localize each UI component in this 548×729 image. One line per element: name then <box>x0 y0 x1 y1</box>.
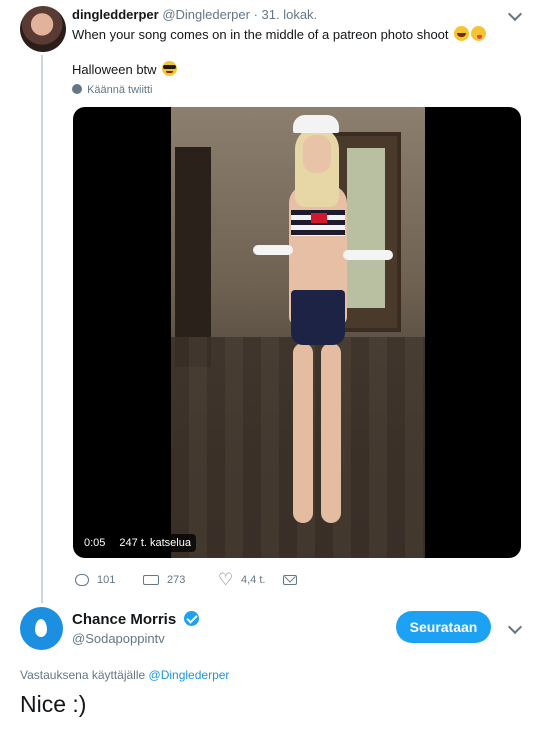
person-arm-right <box>343 250 393 260</box>
person-face <box>303 135 331 173</box>
user-handle[interactable]: @Sodapoppintv <box>72 631 165 646</box>
thread-line <box>41 55 43 603</box>
reply-count: 101 <box>97 574 116 586</box>
display-name-text: Chance Morris <box>72 611 177 628</box>
retweet-count: 273 <box>167 574 186 586</box>
translate-tweet-link[interactable]: Käännä twiitti <box>72 84 153 96</box>
scene-shelf <box>175 147 211 367</box>
reply-button[interactable]: 101 <box>75 574 123 586</box>
avatar[interactable] <box>20 607 63 650</box>
tweet-text: Nice :) <box>20 691 87 717</box>
chevron-down-icon[interactable] <box>507 6 523 22</box>
zany-face-emoji-icon <box>471 26 487 41</box>
video-badges: 0:05 247 t. katselua <box>79 534 196 552</box>
person-hat <box>293 115 339 133</box>
display-name[interactable]: dingledderper <box>72 7 159 22</box>
tweet-original: dingledderper @Dinglederper · 31. lokak.… <box>0 0 548 603</box>
person-leg-left <box>293 343 313 523</box>
person-arm-left <box>253 245 293 255</box>
avatar[interactable] <box>20 6 66 52</box>
reply-context: Vastauksena käyttäjälle @Dinglederper <box>20 668 229 682</box>
like-button[interactable]: 4,4 t. <box>218 570 275 590</box>
video-views: 247 t. katselua <box>114 534 196 552</box>
retweet-icon <box>143 575 159 585</box>
tweet-text-content: When your song comes on in the middle of… <box>72 27 449 42</box>
reply-prefix: Vastauksena käyttäjälle <box>20 668 146 682</box>
video-frame <box>171 107 425 558</box>
retweet-button[interactable]: 273 <box>143 574 219 586</box>
display-name[interactable]: Chance Morris <box>72 611 200 628</box>
laughing-emoji-icon <box>454 26 470 41</box>
heart-icon <box>218 570 233 590</box>
tweet-text-2: Halloween btw <box>72 62 157 77</box>
verified-icon <box>184 611 200 626</box>
sunglasses-emoji-icon <box>162 61 178 76</box>
tweet-date[interactable]: · 31. lokak. <box>254 7 318 22</box>
video-player[interactable]: 0:05 247 t. katselua <box>73 107 521 558</box>
video-time: 0:05 <box>79 534 111 552</box>
person-shorts <box>291 290 345 345</box>
like-count: 4,4 t. <box>241 574 266 586</box>
tweet-header: dingledderper @Dinglederper · 31. lokak. <box>72 7 317 22</box>
reply-handle-link[interactable]: @Dinglederper <box>149 668 230 682</box>
direct-message-button[interactable] <box>283 575 297 585</box>
translate-label: Käännä twiitti <box>87 84 153 96</box>
tweet-reply: Chance Morris @Sodapoppintv Seurataan Va… <box>0 600 548 729</box>
chevron-down-icon[interactable] <box>507 619 523 635</box>
user-handle[interactable]: @Dinglederper <box>162 7 250 22</box>
person-leg-right <box>321 343 341 523</box>
tweet-actions: 101 273 4,4 t. <box>75 570 297 590</box>
following-button[interactable]: Seurataan <box>396 611 491 643</box>
globe-icon <box>72 84 82 94</box>
person-bow <box>311 213 327 223</box>
scene-person <box>253 115 393 545</box>
tweet-text-second-line: Halloween btw <box>72 61 178 77</box>
reply-icon <box>75 574 89 586</box>
dm-icon <box>283 575 297 585</box>
tweet-text: When your song comes on in the middle of… <box>72 26 487 42</box>
